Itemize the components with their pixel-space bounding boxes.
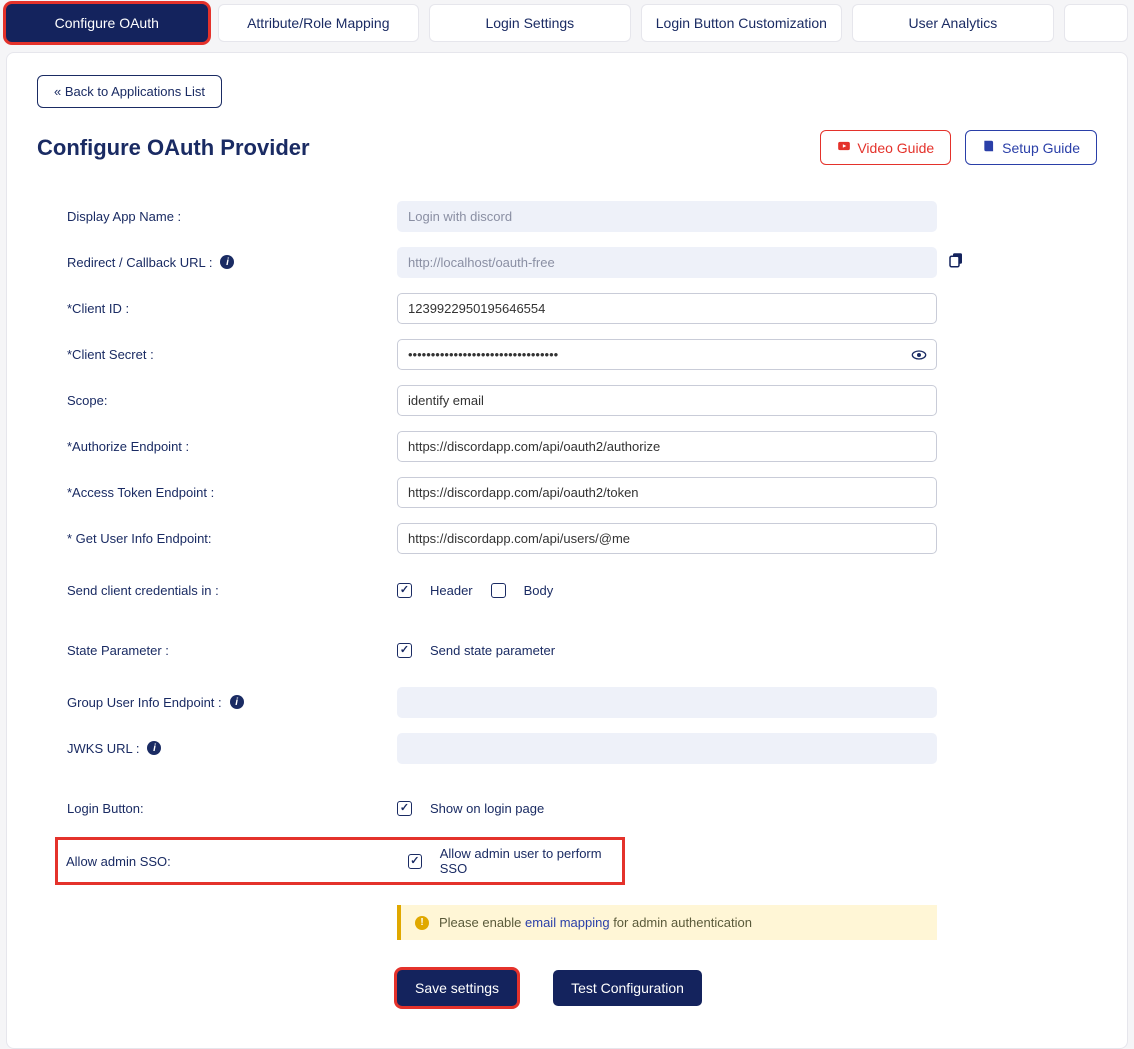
warning-icon: ! [415, 916, 429, 930]
checkbox-allow-admin-sso[interactable] [408, 854, 422, 869]
tab-overflow[interactable] [1064, 4, 1128, 42]
youtube-icon [837, 139, 851, 156]
row-login-button: Login Button: Show on login page [67, 791, 1097, 825]
video-guide-label: Video Guide [857, 140, 934, 156]
video-guide-button[interactable]: Video Guide [820, 130, 951, 165]
row-jwks-url: JWKS URL : i [67, 731, 1097, 765]
input-token-endpoint[interactable] [397, 477, 937, 508]
row-alert: ! Please enable email mapping for admin … [67, 897, 1097, 940]
input-jwks-url [397, 733, 937, 764]
checkbox-body[interactable] [491, 583, 506, 598]
label-userinfo-endpoint: * Get User Info Endpoint: [67, 531, 397, 546]
checkbox-show-login[interactable] [397, 801, 412, 816]
label-display-app-name: Display App Name : [67, 209, 397, 224]
input-authorize-endpoint[interactable] [397, 431, 937, 462]
input-userinfo-endpoint[interactable] [397, 523, 937, 554]
input-scope[interactable] [397, 385, 937, 416]
checkbox-header[interactable] [397, 583, 412, 598]
label-redirect-url: Redirect / Callback URL : i [67, 255, 397, 270]
label-scope: Scope: [67, 393, 397, 408]
setup-guide-label: Setup Guide [1002, 140, 1080, 156]
info-icon[interactable]: i [147, 741, 161, 755]
copy-icon[interactable] [947, 251, 965, 274]
label-client-id: *Client ID : [67, 301, 397, 316]
tab-user-analytics[interactable]: User Analytics [852, 4, 1054, 42]
row-authorize-endpoint: *Authorize Endpoint : [67, 429, 1097, 463]
row-state-parameter: State Parameter : Send state parameter [67, 633, 1097, 667]
row-userinfo-endpoint: * Get User Info Endpoint: [67, 521, 1097, 555]
input-client-id[interactable] [397, 293, 937, 324]
page-title: Configure OAuth Provider [37, 135, 310, 161]
row-client-id: *Client ID : [67, 291, 1097, 325]
input-group-userinfo [397, 687, 937, 718]
top-tabs: Configure OAuth Attribute/Role Mapping L… [0, 0, 1134, 52]
row-send-credentials: Send client credentials in : Header Body [67, 573, 1097, 607]
label-authorize-endpoint: *Authorize Endpoint : [67, 439, 397, 454]
setup-guide-button[interactable]: Setup Guide [965, 130, 1097, 165]
test-configuration-button[interactable]: Test Configuration [553, 970, 702, 1006]
title-row: Configure OAuth Provider Video Guide Set… [37, 130, 1097, 165]
back-to-applications-button[interactable]: « Back to Applications List [37, 75, 222, 108]
row-actions: Save settings Test Configuration [67, 952, 1097, 1006]
tab-attribute-role-mapping[interactable]: Attribute/Role Mapping [218, 4, 420, 42]
alert-email-mapping: ! Please enable email mapping for admin … [397, 905, 937, 940]
email-mapping-link[interactable]: email mapping [525, 915, 610, 930]
main-panel: « Back to Applications List Configure OA… [6, 52, 1128, 1049]
input-redirect-url [397, 247, 937, 278]
label-jwks-url: JWKS URL : i [67, 741, 397, 756]
row-client-secret: *Client Secret : [67, 337, 1097, 371]
label-send-credentials: Send client credentials in : [67, 583, 397, 598]
label-allow-admin-sso: Allow admin SSO: [66, 854, 408, 869]
info-icon[interactable]: i [220, 255, 234, 269]
tab-configure-oauth[interactable]: Configure OAuth [6, 4, 208, 42]
row-display-app-name: Display App Name : [67, 199, 1097, 233]
checkbox-header-label[interactable]: Header [430, 583, 473, 598]
checkbox-show-login-label[interactable]: Show on login page [430, 801, 544, 816]
form-area: Display App Name : Redirect / Callback U… [37, 199, 1097, 1006]
label-token-endpoint: *Access Token Endpoint : [67, 485, 397, 500]
alert-text-prefix: Please enable [439, 915, 525, 930]
checkbox-state-parameter-label[interactable]: Send state parameter [430, 643, 555, 658]
book-icon [982, 139, 996, 156]
row-redirect-url: Redirect / Callback URL : i [67, 245, 1097, 279]
alert-text-suffix: for admin authentication [613, 915, 752, 930]
save-settings-button[interactable]: Save settings [397, 970, 517, 1006]
label-client-secret: *Client Secret : [67, 347, 397, 362]
checkbox-allow-admin-sso-label[interactable]: Allow admin user to perform SSO [440, 846, 614, 876]
tab-login-settings[interactable]: Login Settings [429, 4, 631, 42]
input-display-app-name [397, 201, 937, 232]
row-scope: Scope: [67, 383, 1097, 417]
label-login-button: Login Button: [67, 801, 397, 816]
eye-icon[interactable] [911, 347, 927, 366]
row-group-userinfo: Group User Info Endpoint : i [67, 685, 1097, 719]
label-state-parameter: State Parameter : [67, 643, 397, 658]
tab-login-button-customization[interactable]: Login Button Customization [641, 4, 843, 42]
guide-buttons: Video Guide Setup Guide [820, 130, 1097, 165]
input-client-secret[interactable] [397, 339, 937, 370]
info-icon[interactable]: i [230, 695, 244, 709]
label-group-userinfo: Group User Info Endpoint : i [67, 695, 397, 710]
checkbox-state-parameter[interactable] [397, 643, 412, 658]
row-allow-admin-sso: Allow admin SSO: Allow admin user to per… [55, 837, 625, 885]
row-token-endpoint: *Access Token Endpoint : [67, 475, 1097, 509]
checkbox-body-label[interactable]: Body [524, 583, 554, 598]
